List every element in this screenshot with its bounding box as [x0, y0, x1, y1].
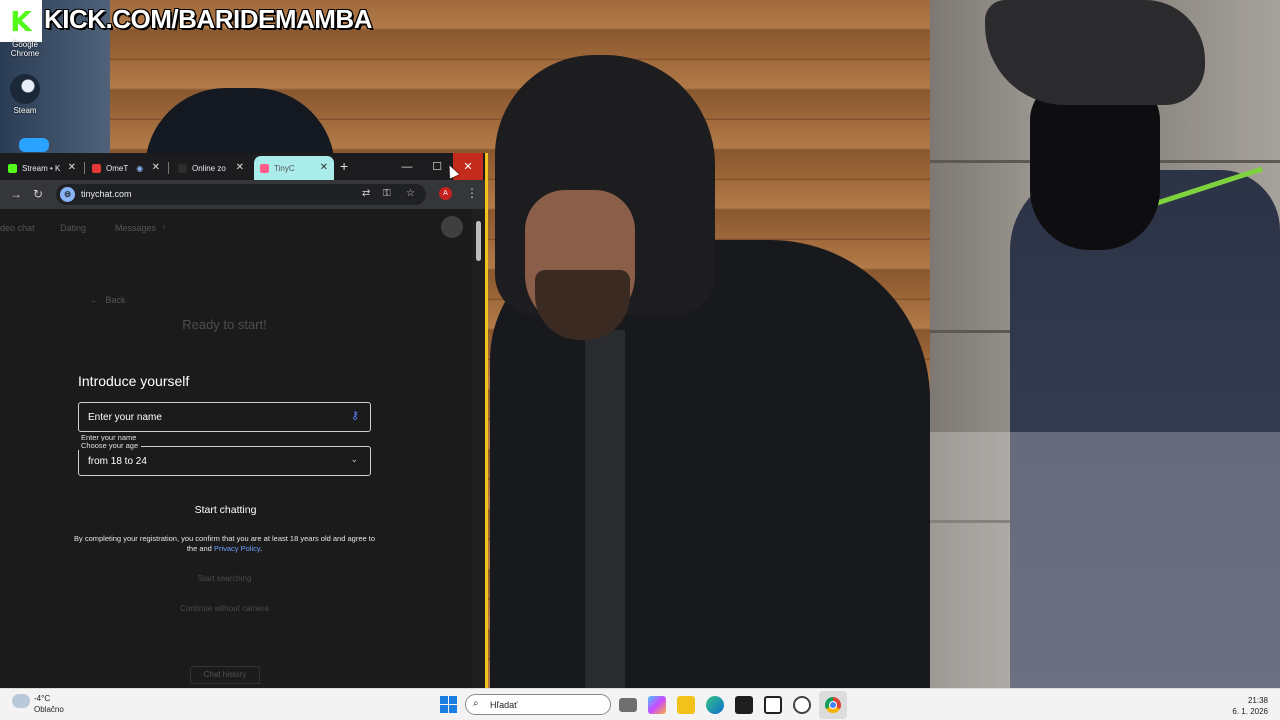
- search-placeholder: Hľadať: [490, 700, 518, 710]
- nav-messages[interactable]: Messages: [115, 223, 156, 233]
- kick-logo-icon: K: [0, 0, 42, 42]
- start-searching-button[interactable]: Start searching: [0, 574, 449, 583]
- weather-temperature[interactable]: -4°C: [34, 694, 50, 703]
- page-scrollbar[interactable]: [472, 209, 485, 688]
- weather-condition[interactable]: Oblačno: [34, 705, 64, 714]
- continue-without-camera-link[interactable]: Continue without camera: [0, 604, 449, 613]
- back-link[interactable]: ← Back: [90, 295, 126, 305]
- clock-time: 21:38: [1247, 696, 1268, 705]
- taskbar-search[interactable]: ⌕ Hľadať: [465, 694, 611, 715]
- nav-dating[interactable]: Dating: [60, 223, 86, 233]
- masked-person-cap: [985, 0, 1205, 105]
- nav-video-chat[interactable]: deo chat: [0, 223, 35, 233]
- browser-window: Stream • K ✕ OmeT ◉ ✕ Online zo ✕ TinyC …: [0, 153, 488, 688]
- name-input-value: Enter your name: [88, 412, 162, 423]
- tinychat-icon: [260, 163, 269, 173]
- chat-history-tab[interactable]: Chat history: [190, 666, 260, 684]
- forward-icon[interactable]: →: [10, 187, 22, 201]
- copilot-icon[interactable]: [648, 696, 666, 714]
- close-tab-icon[interactable]: ✕: [68, 162, 76, 173]
- chevron-down-icon: ⌄: [350, 454, 358, 464]
- name-input[interactable]: Enter your name ⚷: [78, 402, 371, 432]
- dialog-title: Introduce yourself: [78, 373, 190, 389]
- address-url[interactable]: tinychat.com: [81, 189, 132, 199]
- close-tab-icon[interactable]: ✕: [236, 162, 244, 173]
- windows-taskbar: -4°C Oblačno ⌕ Hľadať 21:38 6. 1. 2026: [0, 688, 1280, 720]
- tab-ometv[interactable]: OmeT ◉ ✕: [86, 156, 166, 180]
- user-avatar[interactable]: [441, 216, 463, 238]
- tab-separator: [168, 162, 169, 174]
- autofill-key-icon[interactable]: ⚷: [351, 409, 359, 422]
- jacket-zipper: [585, 330, 625, 688]
- arrow-left-icon: ←: [90, 295, 99, 305]
- password-key-icon[interactable]: ⚿: [383, 188, 391, 199]
- desktop-icon-steam[interactable]: Steam: [0, 74, 50, 115]
- task-view-icon[interactable]: [619, 698, 637, 712]
- menu-kebab-icon[interactable]: ⋮: [466, 186, 478, 200]
- tab-separator: [84, 162, 85, 174]
- balaclava: [1030, 80, 1160, 250]
- close-tab-icon[interactable]: ✕: [152, 162, 160, 173]
- search-icon: ⌕: [473, 698, 479, 709]
- ometv-icon: [92, 163, 101, 173]
- age-select-value: from 18 to 24: [88, 456, 147, 467]
- tab-label: TinyC: [274, 163, 295, 173]
- age-select[interactable]: from 18 to 24 ⌄: [78, 446, 371, 476]
- profile-avatar[interactable]: A: [439, 187, 452, 200]
- stream-url-banner: KICK.COM/BARIDEMAMBA: [44, 4, 372, 34]
- cloud-icon[interactable]: [12, 694, 30, 708]
- consent-period: .: [260, 544, 263, 553]
- desktop-icon-chrome[interactable]: Google Chrome: [0, 40, 50, 58]
- tab-stream-kick[interactable]: Stream • K ✕: [2, 156, 82, 180]
- windows-start-icon[interactable]: [440, 696, 457, 713]
- privacy-policy-link[interactable]: Privacy Policy: [214, 544, 260, 553]
- bookmark-star-icon[interactable]: ☆: [406, 188, 415, 199]
- start-chatting-button[interactable]: Start chatting: [68, 504, 383, 516]
- tab-label: OmeT: [106, 163, 129, 173]
- close-tab-icon[interactable]: ✕: [320, 162, 328, 173]
- ready-heading: Ready to start!: [182, 317, 267, 332]
- tinychat-page: deo chat Dating Messages ↑ ← Back Ready …: [0, 209, 472, 688]
- address-bar[interactable]: ⊜ tinychat.com ⇄ ⚿ ☆: [56, 184, 426, 205]
- close-window-button[interactable]: ✕: [453, 153, 483, 180]
- tab-tinychat[interactable]: TinyC ✕: [254, 156, 334, 180]
- stream-overlay: [930, 432, 1280, 688]
- introduce-yourself-dialog: Introduce yourself Enter your name ⚷ Ent…: [68, 361, 383, 601]
- audio-recording-icon: ◉: [136, 163, 144, 173]
- tab-label: Online zo: [192, 163, 226, 173]
- blank-page-icon: [178, 163, 187, 173]
- edge-icon[interactable]: [706, 696, 724, 714]
- clock-date: 6. 1. 2026: [1232, 707, 1268, 716]
- app-icon: [19, 138, 49, 152]
- desktop-icon-label: Google Chrome: [10, 40, 40, 58]
- minimize-button[interactable]: —: [392, 153, 422, 180]
- messages-arrow-icon: ↑: [162, 223, 166, 232]
- scrollbar-thumb[interactable]: [476, 221, 481, 261]
- age-select-label: Choose your age: [78, 441, 142, 450]
- desktop-icon-app[interactable]: [9, 138, 59, 154]
- tab-online-zoznamka[interactable]: Online zo ✕: [172, 156, 250, 180]
- system-clock[interactable]: 21:38 6. 1. 2026: [1222, 695, 1268, 717]
- file-explorer-icon[interactable]: [677, 696, 695, 714]
- consent-text: By completing your registration, you con…: [68, 534, 381, 554]
- back-label: Back: [105, 295, 126, 305]
- reload-icon[interactable]: ↻: [33, 187, 43, 201]
- tab-label: Stream • K: [22, 163, 61, 173]
- steam-icon: [10, 74, 40, 104]
- site-info-icon[interactable]: ⊜: [60, 187, 75, 202]
- new-tab-button[interactable]: +: [340, 158, 348, 174]
- gear-app-icon[interactable]: [793, 696, 811, 714]
- browser-toolbar: → ↻ ⊜ tinychat.com ⇄ ⚿ ☆ A ⋮: [0, 180, 485, 209]
- tab-strip: Stream • K ✕ OmeT ◉ ✕ Online zo ✕ TinyC …: [0, 153, 485, 180]
- package-icon[interactable]: [764, 696, 782, 714]
- microsoft-store-icon[interactable]: [735, 696, 753, 714]
- kick-icon: [8, 163, 17, 173]
- translate-icon[interactable]: ⇄: [362, 188, 370, 199]
- desktop-icon-label: Steam: [13, 106, 37, 115]
- chrome-icon[interactable]: [825, 697, 841, 713]
